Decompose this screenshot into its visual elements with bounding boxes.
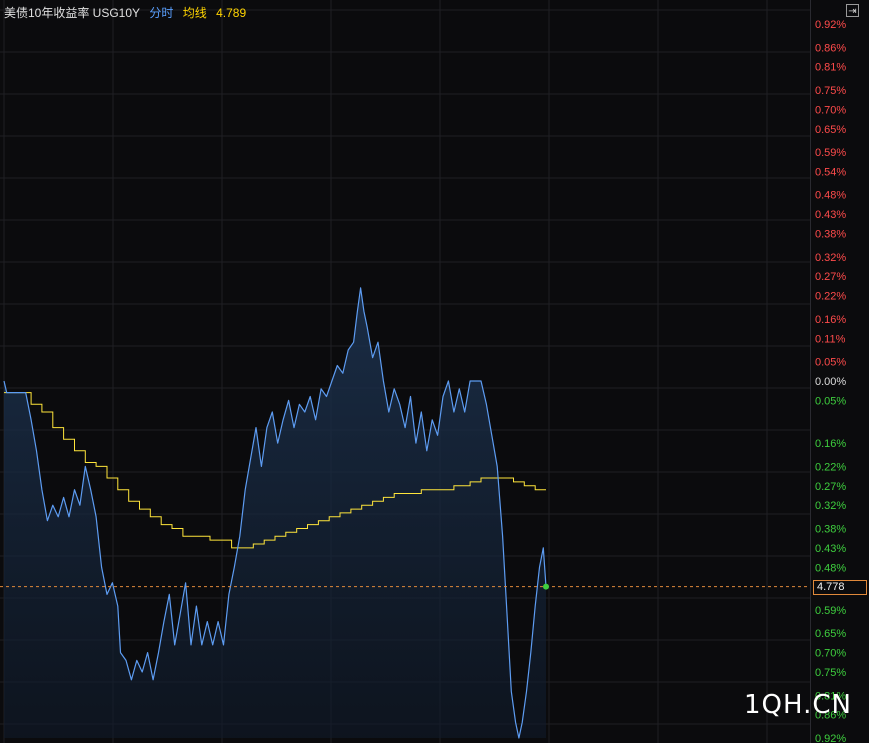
y-tick-label: 0.43% (815, 209, 846, 221)
price-area (4, 287, 546, 738)
y-tick-label: 0.43% (815, 543, 846, 555)
price-area-fill (4, 287, 546, 738)
y-tick-label: 0.81% (815, 62, 846, 74)
average-line-value: 4.789 (216, 6, 247, 20)
y-tick-label: 0.38% (815, 229, 846, 241)
y-tick-label: 0.16% (815, 438, 846, 450)
panel-toggle-icon[interactable]: ⇥ (846, 4, 859, 17)
y-tick-label: 0.16% (815, 314, 846, 326)
y-tick-label: 0.38% (815, 523, 846, 535)
instrument-title: 美债10年收益率 USG10Y (4, 6, 141, 20)
y-tick-label: 0.22% (815, 461, 846, 473)
y-tick-label: 0.75% (815, 667, 846, 679)
y-tick-label: 0.27% (815, 481, 846, 493)
y-tick-label: 0.65% (815, 628, 846, 640)
y-tick-label: 0.70% (815, 648, 846, 660)
average-line-label: 均线 (182, 6, 207, 20)
y-tick-label: 0.86% (815, 42, 846, 54)
y-tick-label: 0.32% (815, 252, 846, 264)
y-tick-label: 0.48% (815, 562, 846, 574)
y-tick-label: 0.54% (815, 166, 846, 178)
y-tick-label: 0.11% (815, 333, 846, 345)
y-axis-labels: 0.92% 0.86% 0.81% 0.75% 0.70% 0.65% 0.59% 0.54%… (815, 19, 846, 743)
current-price-label: 4.778 (813, 579, 867, 595)
timeframe-mode[interactable]: 分时 (149, 6, 173, 20)
y-tick-label: 0.27% (815, 271, 846, 283)
y-tick-label: 0.59% (815, 147, 846, 159)
y-tick-label: 0.70% (815, 104, 846, 116)
intraday-chart[interactable]: 0.92% 0.86% 0.81% 0.75% 0.70% 0.65% 0.59% 0.54%… (0, 0, 869, 743)
y-tick-label: 0.00% (815, 376, 846, 388)
chart-header: 美债10年收益率 USG10Y 分时 均线 4.789 (4, 5, 252, 21)
y-tick-label: 0.05% (815, 357, 846, 369)
y-tick-label: 0.05% (815, 395, 846, 407)
y-tick-label: 0.75% (815, 85, 846, 97)
current-price-marker (543, 583, 549, 590)
y-tick-label: 0.22% (815, 291, 846, 303)
watermark: 1QH.CN (744, 690, 852, 720)
y-tick-label: 0.92% (815, 19, 846, 31)
y-tick-label: 0.59% (815, 605, 846, 617)
y-tick-label: 0.32% (815, 500, 846, 512)
y-tick-label: 0.65% (815, 124, 846, 136)
y-tick-label: 0.48% (815, 190, 846, 202)
y-tick-label: 0.92% (815, 733, 846, 743)
